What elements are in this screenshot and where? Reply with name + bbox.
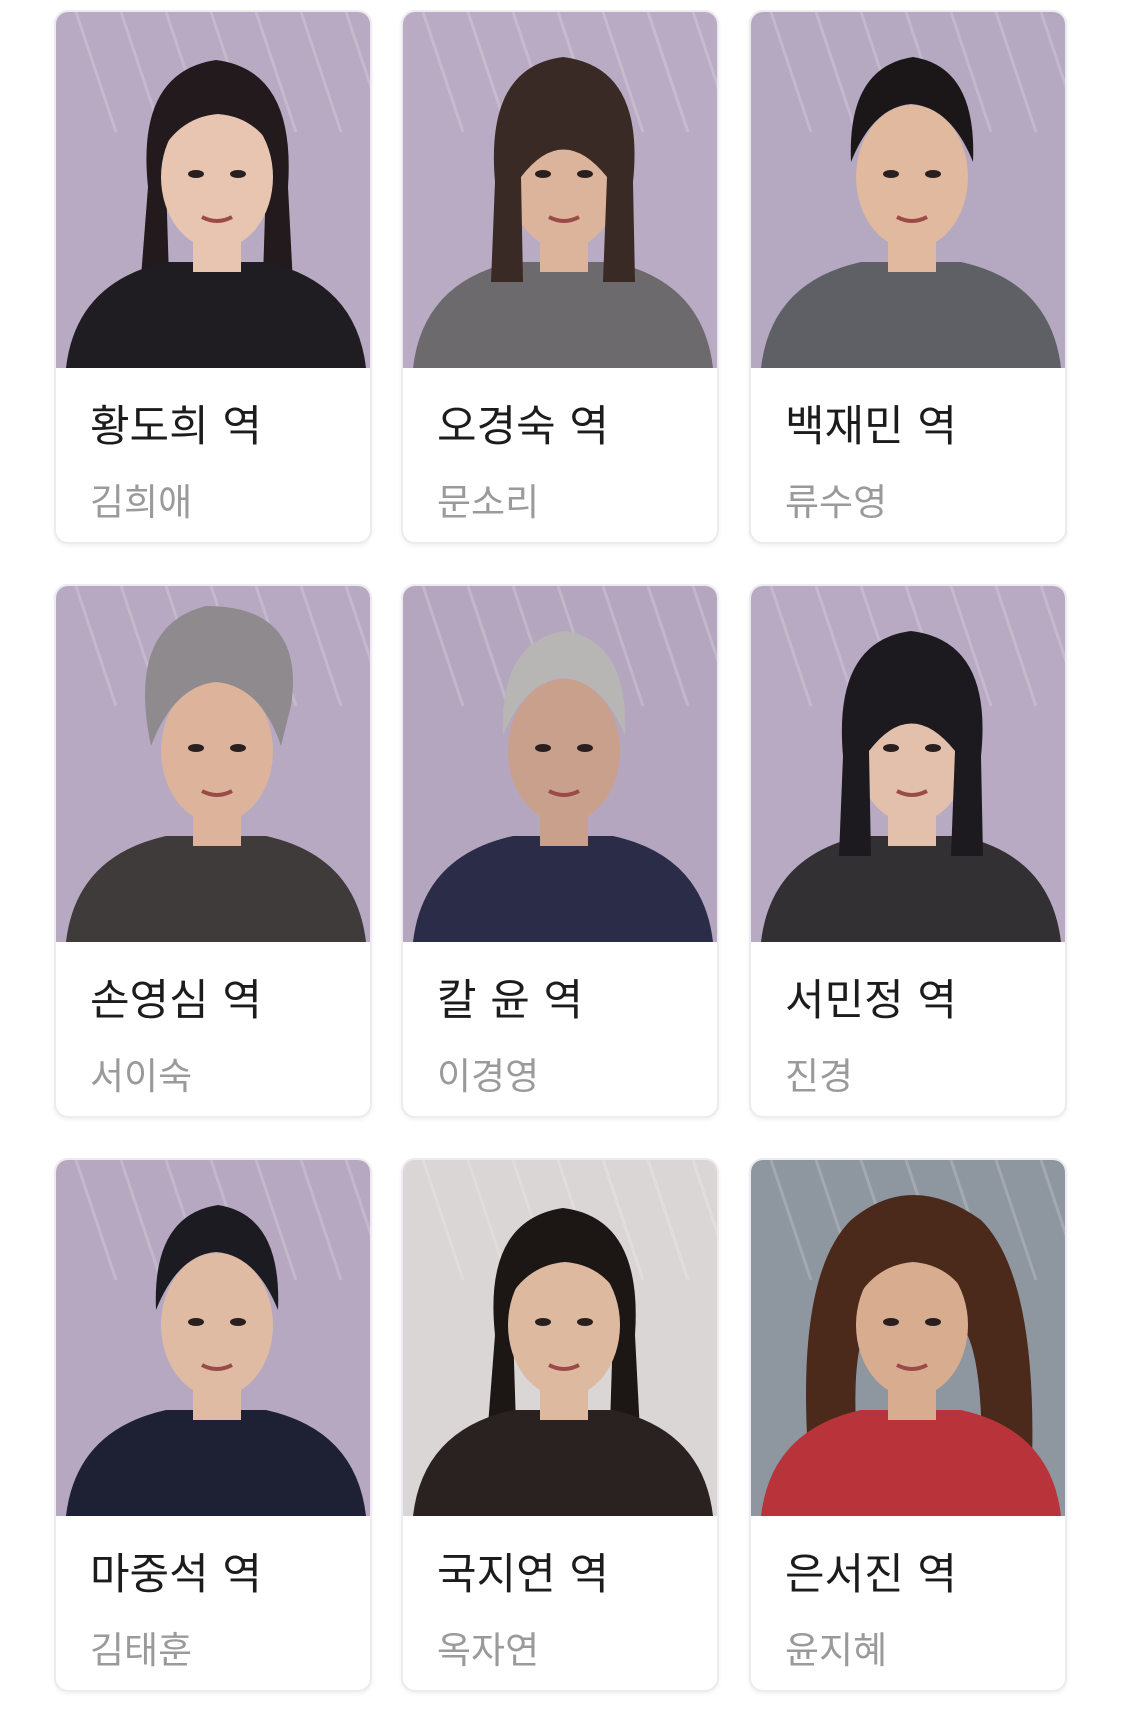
role-name: 국지연 역 <box>437 1550 609 1600</box>
cast-card[interactable]: 칼 윤 역이경영 <box>401 584 719 1118</box>
role-name: 손영심 역 <box>90 976 262 1026</box>
cast-card[interactable]: 백재민 역류수영 <box>749 10 1067 544</box>
actor-name: 서이숙 <box>90 1055 193 1098</box>
face <box>161 1253 273 1397</box>
actor-name: 진경 <box>785 1055 854 1098</box>
role-name: 오경숙 역 <box>437 402 609 452</box>
cast-card[interactable]: 손영심 역서이숙 <box>54 584 372 1118</box>
cast-card[interactable]: 은서진 역윤지혜 <box>749 1158 1067 1692</box>
face <box>508 679 620 823</box>
cast-card[interactable]: 오경숙 역문소리 <box>401 10 719 544</box>
cast-grid: 황도희 역 김희애 오경숙 역 문소리 백재민 역 류수영 손영심 역 서이숙 칼 윤 역 이경영… <box>0 0 1125 1715</box>
role-name: 칼 윤 역 <box>437 976 584 1026</box>
cast-photo <box>751 586 1065 942</box>
cast-photo <box>403 586 717 942</box>
cast-photo <box>403 1160 717 1516</box>
cast-photo <box>56 1160 370 1516</box>
role-name: 백재민 역 <box>785 402 957 452</box>
actor-name: 옥자연 <box>437 1629 540 1672</box>
role-name: 마중석 역 <box>90 1550 262 1600</box>
cast-photo <box>56 12 370 368</box>
cast-photo <box>56 586 370 942</box>
role-name: 서민정 역 <box>785 976 957 1026</box>
actor-name: 윤지혜 <box>785 1629 888 1672</box>
actor-name: 김희애 <box>90 481 193 524</box>
cast-photo <box>403 12 717 368</box>
cast-card[interactable]: 국지연 역옥자연 <box>401 1158 719 1692</box>
cast-photo <box>751 1160 1065 1516</box>
cast-card[interactable]: 황도희 역김희애 <box>54 10 372 544</box>
role-name: 은서진 역 <box>785 1550 957 1600</box>
role-name: 황도희 역 <box>90 402 262 452</box>
cast-card[interactable]: 마중석 역김태훈 <box>54 1158 372 1692</box>
face <box>856 105 968 249</box>
cast-card[interactable]: 서민정 역진경 <box>749 584 1067 1118</box>
actor-name: 김태훈 <box>90 1629 193 1672</box>
actor-name: 문소리 <box>437 481 540 524</box>
actor-name: 류수영 <box>785 481 888 524</box>
actor-name: 이경영 <box>437 1055 540 1098</box>
cast-photo <box>751 12 1065 368</box>
